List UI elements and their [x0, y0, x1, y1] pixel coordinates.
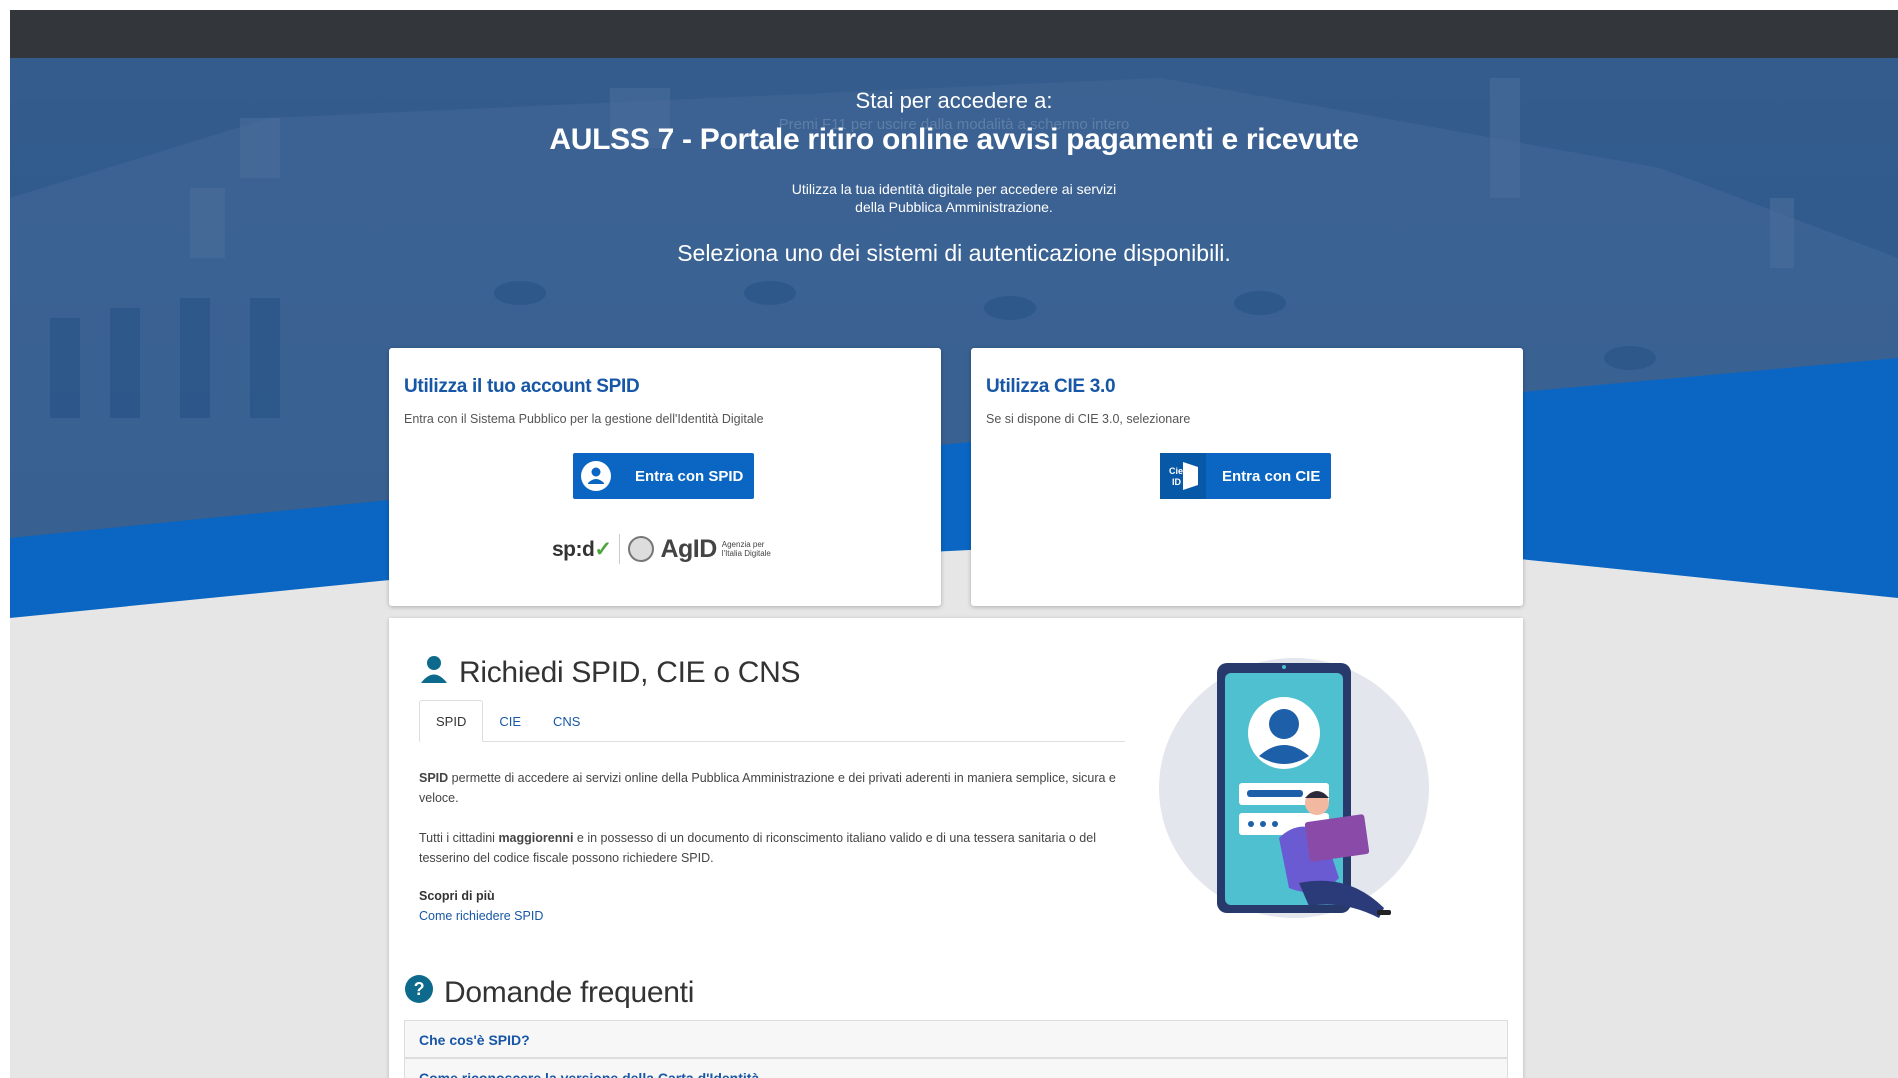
how-to-request-spid-link[interactable]: Come richiedere SPID [419, 909, 543, 923]
spid-logo-text: sp:d [552, 537, 595, 561]
user-circle-icon [573, 453, 619, 499]
question-circle-icon: ? [404, 974, 434, 1012]
spid-card: Utilizza il tuo account SPID Entra con i… [389, 348, 941, 606]
faq-title-text: Domande frequenti [444, 976, 695, 1009]
top-bar [10, 10, 1898, 58]
svg-text:?: ? [414, 979, 425, 999]
cie-card-subtitle: Se si dispone di CIE 3.0, selezionare [986, 412, 1191, 426]
spid-eligibility: Tutti i cittadini maggiorenni e in posse… [419, 828, 1129, 868]
cie-icon-text-1: Cie [1169, 466, 1183, 476]
intro-line-1: Utilizza la tua identità digitale per ac… [791, 181, 1117, 197]
login-cie-label: Entra con CIE [1222, 467, 1321, 485]
access-pre-title: Stai per accedere a: [855, 88, 1053, 113]
agid-logo: AgID [660, 534, 717, 563]
spid-card-title: Utilizza il tuo account SPID [404, 376, 640, 397]
request-title-text: Richiedi SPID, CIE o CNS [459, 656, 801, 689]
phone-user-illustration [1159, 658, 1429, 918]
eligibility-text-a: Tutti i cittadini [419, 831, 499, 845]
logo-separator [619, 534, 621, 564]
agid-caption-line-1: Agenzia per [721, 540, 765, 549]
agid-caption: Agenzia per l'Italia Digitale [722, 540, 771, 558]
cie-id-icon: Cie ID [1160, 453, 1206, 499]
cie-card-title: Utilizza CIE 3.0 [986, 376, 1116, 397]
cie-icon-text-2: ID [1172, 477, 1182, 487]
tab-spid[interactable]: SPID [419, 700, 484, 742]
intro-line-2: della Pubblica Amministrazione. [855, 199, 1053, 215]
spid-description: SPID permette di accedere ai servizi onl… [419, 768, 1129, 808]
service-title: AULSS 7 - Portale ritiro online avvisi p… [549, 123, 1359, 156]
spid-card-subtitle: Entra con il Sistema Pubblico per la ges… [404, 412, 764, 426]
faq-item-what-is-spid[interactable]: Che cos'è SPID? [404, 1020, 1508, 1058]
tab-cie[interactable]: CIE [483, 700, 537, 742]
eligibility-bold: maggiorenni [498, 831, 574, 845]
request-tabs: SPID CIE CNS [419, 700, 1125, 742]
request-title: Richiedi SPID, CIE o CNS [419, 654, 801, 692]
login-cie-button[interactable]: Cie ID Entra con CIE [1160, 453, 1331, 499]
spid-logo: sp:d✓ [552, 537, 612, 562]
select-prompt: Seleziona uno dei sistemi di autenticazi… [677, 240, 1231, 266]
cie-card: Utilizza CIE 3.0 Se si dispone di CIE 3.… [971, 348, 1523, 606]
spid-description-text: permette di accedere ai servizi online d… [419, 771, 1116, 805]
agid-seal-icon [628, 536, 655, 562]
check-icon: ✓ [594, 537, 612, 561]
discover-more-title: Scopri di più [419, 889, 495, 903]
intro-text: Utilizza la tua identità digitale per ac… [10, 180, 1898, 216]
browser-viewport: Premi F11 per uscire dalla modalità a sc… [10, 10, 1898, 1078]
agid-caption-line-2: l'Italia Digitale [721, 549, 771, 558]
faq-title: ? Domande frequenti [404, 974, 694, 1012]
spid-agid-logos: sp:d✓ AgID Agenzia per l'Italia Digitale [552, 531, 782, 567]
request-panel: Richiedi SPID, CIE o CNS SPID CIE CNS SP… [389, 618, 1523, 1078]
login-spid-button[interactable]: Entra con SPID [573, 453, 754, 499]
user-icon [419, 654, 449, 692]
tab-cns[interactable]: CNS [537, 700, 596, 742]
login-spid-label: Entra con SPID [635, 467, 744, 485]
faq-item-cie-version[interactable]: Come riconoscere la versione della Carta… [404, 1058, 1508, 1078]
spid-bold: SPID [419, 771, 449, 785]
